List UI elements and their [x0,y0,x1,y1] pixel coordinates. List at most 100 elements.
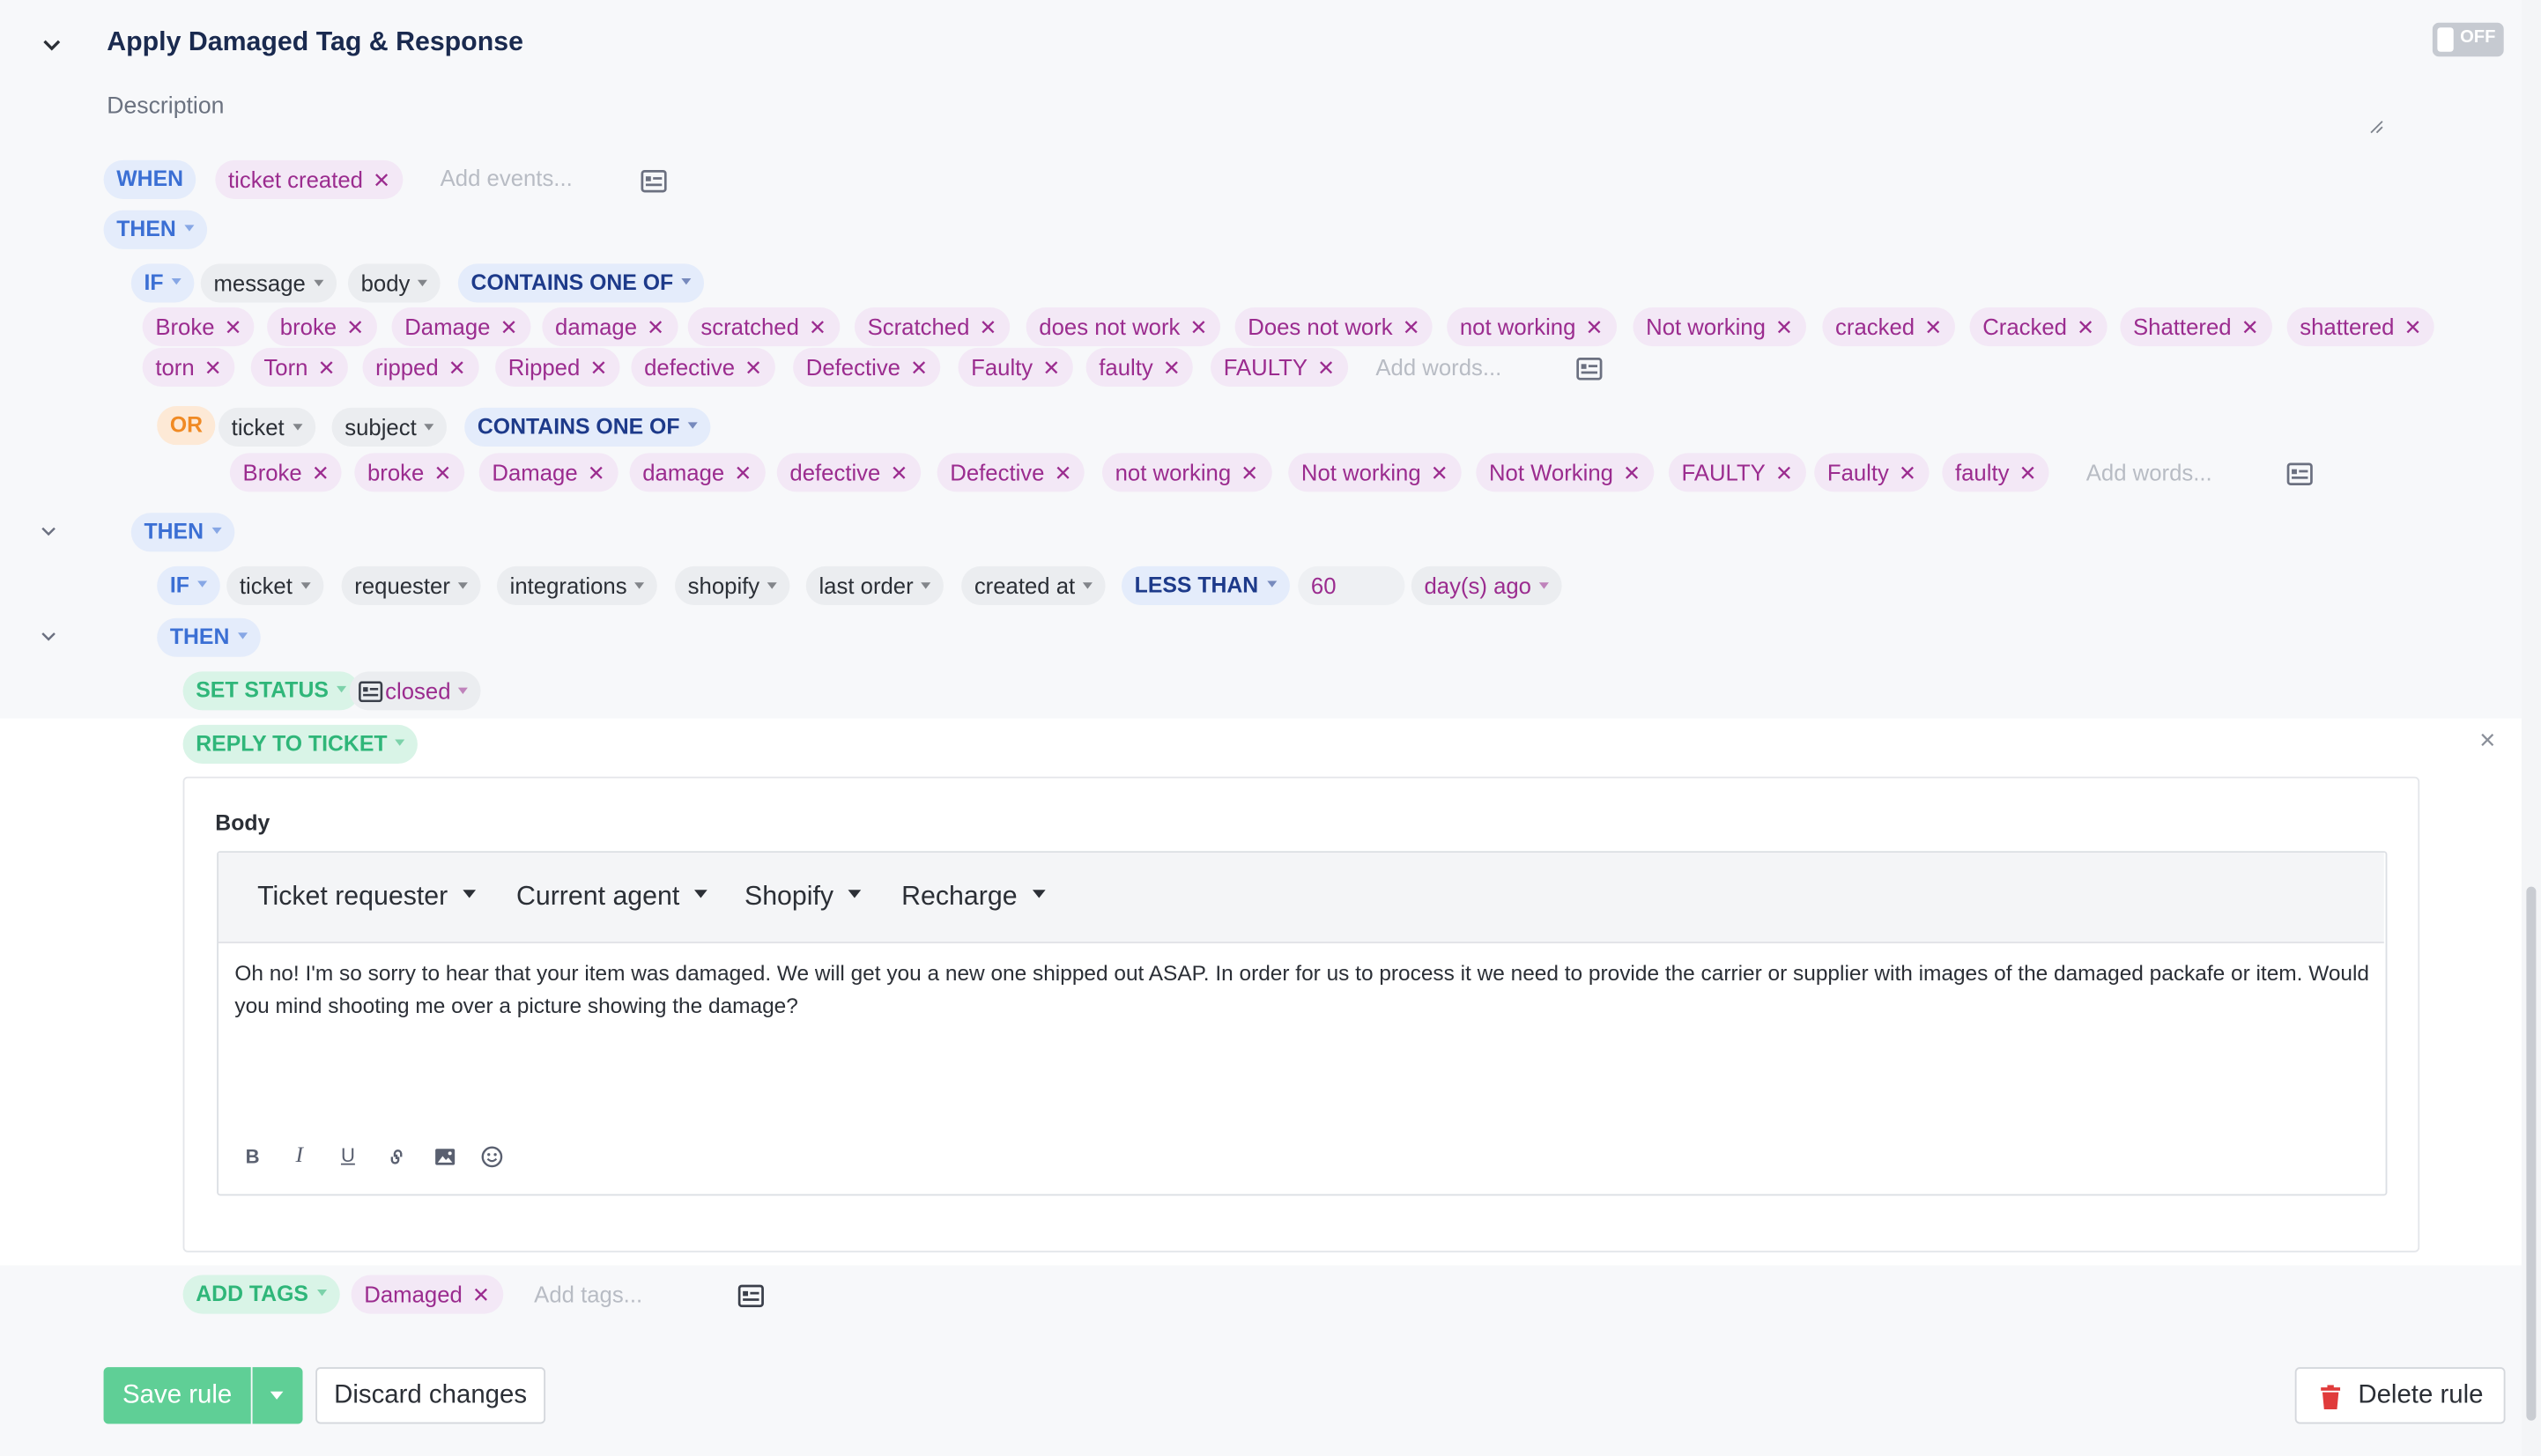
then-keyword[interactable]: THEN [103,210,207,249]
word-tag[interactable]: cracked ✕ [1822,307,1955,347]
remove-icon[interactable]: ✕ [588,462,605,486]
collapse-chevron-icon[interactable] [41,526,56,537]
remove-icon[interactable]: ✕ [2077,315,2094,340]
italic-icon[interactable]: I [288,1145,311,1169]
word-tag[interactable]: Damage ✕ [478,453,619,492]
remove-icon[interactable]: ✕ [1403,315,1420,340]
reply-message-input[interactable]: Oh no! I'm so sorry to hear that your it… [234,957,2371,1022]
link-icon[interactable] [385,1146,408,1169]
word-tag[interactable]: Cracked ✕ [1969,307,2108,347]
var-recharge[interactable]: Recharge [901,882,1045,913]
remove-icon[interactable]: ✕ [734,462,752,486]
word-tag[interactable]: Does not work ✕ [1234,307,1433,347]
remove-icon[interactable]: ✕ [346,315,364,340]
if2-field[interactable]: requester [341,565,481,606]
unit-select[interactable]: day(s) ago [1411,565,1562,606]
remove-icon[interactable]: ✕ [317,356,335,381]
word-tag[interactable]: damage ✕ [629,453,765,492]
rule-toggle[interactable]: OFF [2432,22,2504,57]
add-tags-action[interactable]: ADD TAGS [182,1275,339,1314]
word-tag[interactable]: FAULTY ✕ [1211,347,1348,388]
save-options-dropdown[interactable] [252,1367,303,1424]
remove-icon[interactable]: ✕ [1623,462,1641,486]
word-tag[interactable]: Broke ✕ [142,307,256,347]
bold-icon[interactable]: B [241,1146,264,1169]
word-tag[interactable]: ripped ✕ [362,347,479,388]
if-keyword[interactable]: IF [157,565,220,606]
remove-icon[interactable]: ✕ [1189,315,1207,340]
word-tag[interactable]: defective ✕ [776,453,922,492]
remove-icon[interactable]: ✕ [1054,462,1071,486]
tag-damaged[interactable]: Damaged ✕ [351,1275,503,1314]
remove-icon[interactable]: ✕ [745,356,762,381]
var-shopify[interactable]: Shopify [745,882,862,913]
word-tag[interactable]: not working ✕ [1447,307,1617,347]
remove-action-icon[interactable]: × [2479,725,2495,758]
remove-icon[interactable]: ✕ [373,168,390,193]
remove-icon[interactable]: ✕ [472,1283,490,1308]
remove-icon[interactable]: ✕ [647,315,664,340]
variables-icon[interactable] [1576,358,1603,381]
if-operator[interactable]: CONTAINS ONE OF [457,263,705,303]
word-tag[interactable]: Torn ✕ [250,347,349,388]
or-field-subject[interactable]: subject [331,407,448,447]
remove-icon[interactable]: ✕ [312,462,330,486]
remove-icon[interactable]: ✕ [1585,315,1603,340]
words-input[interactable]: Add words... [1375,354,1501,380]
if-field-body[interactable]: body [347,263,441,303]
word-tag[interactable]: Broke ✕ [229,453,343,492]
word-tag[interactable]: does not work ✕ [1026,307,1221,347]
word-tag[interactable]: Not working ✕ [1288,453,1462,492]
word-tag[interactable]: broke ✕ [354,453,465,492]
word-tag[interactable]: Scratched ✕ [854,307,1011,347]
word-tag[interactable]: Not Working ✕ [1476,453,1654,492]
resize-handle-icon[interactable] [2369,120,2384,135]
or-field-ticket[interactable]: ticket [218,407,315,447]
remove-icon[interactable]: ✕ [1163,356,1181,381]
if2-field[interactable]: integrations [496,565,658,606]
word-tag[interactable]: defective ✕ [631,347,775,388]
description-field[interactable]: Description [107,94,224,120]
event-tag[interactable]: ticket created ✕ [215,159,404,199]
word-tag[interactable]: damage ✕ [542,307,678,347]
collapse-chevron-icon[interactable] [42,39,62,52]
if2-field[interactable]: created at [961,565,1107,606]
set-status-action[interactable]: SET STATUS [182,671,359,711]
remove-icon[interactable]: ✕ [1317,356,1335,381]
var-current-agent[interactable]: Current agent [516,882,707,913]
remove-icon[interactable]: ✕ [1775,315,1793,340]
word-tag[interactable]: not working ✕ [1101,453,1271,492]
remove-icon[interactable]: ✕ [1241,462,1258,486]
remove-icon[interactable]: ✕ [1899,462,1916,486]
word-tag[interactable]: Faulty ✕ [1814,453,1930,492]
remove-icon[interactable]: ✕ [1924,315,1942,340]
word-tag[interactable]: Shattered ✕ [2120,307,2272,347]
discard-changes-button[interactable]: Discard changes [315,1367,546,1424]
remove-icon[interactable]: ✕ [448,356,466,381]
remove-icon[interactable]: ✕ [910,356,928,381]
remove-icon[interactable]: ✕ [809,315,826,340]
remove-icon[interactable]: ✕ [979,315,996,340]
if2-operator[interactable]: LESS THAN [1121,565,1290,606]
word-tag[interactable]: Defective ✕ [793,347,941,388]
status-select[interactable]: closed [349,671,482,711]
word-tag[interactable]: shattered ✕ [2286,307,2435,347]
remove-icon[interactable]: ✕ [1775,462,1793,486]
remove-icon[interactable]: ✕ [433,462,451,486]
remove-icon[interactable]: ✕ [2019,462,2036,486]
word-tag[interactable]: faulty ✕ [1085,347,1194,388]
if2-field[interactable]: last order [805,565,945,606]
remove-icon[interactable]: ✕ [225,315,242,340]
if2-field[interactable]: ticket [226,565,323,606]
remove-icon[interactable]: ✕ [890,462,908,486]
remove-icon[interactable]: ✕ [500,315,517,340]
if2-field[interactable]: shopify [674,565,791,606]
word-tag[interactable]: scratched ✕ [687,307,840,347]
variables-icon[interactable] [737,1284,764,1308]
remove-icon[interactable]: ✕ [589,356,607,381]
events-input[interactable]: Add events... [441,165,573,190]
word-tag[interactable]: torn ✕ [142,347,235,388]
word-tag[interactable]: Ripped ✕ [495,347,621,388]
if-field-message[interactable]: message [200,263,337,303]
emoji-icon[interactable] [481,1146,504,1169]
